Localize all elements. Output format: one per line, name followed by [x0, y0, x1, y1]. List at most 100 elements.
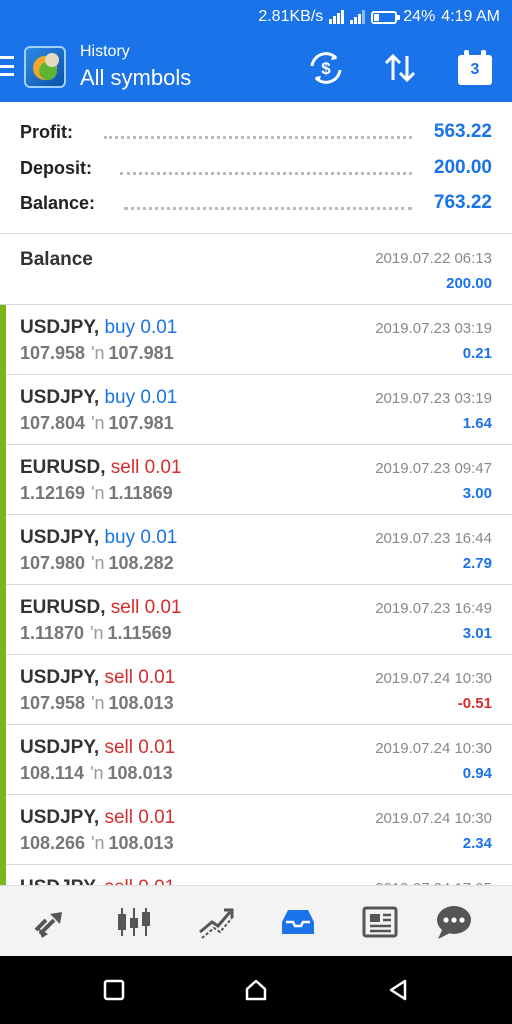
deal-arrow: 'n: [90, 623, 104, 643]
system-navigation: [0, 956, 512, 1024]
deposit-row: Deposit: 200.00: [20, 153, 492, 183]
history-icon[interactable]: [278, 902, 318, 942]
menu-icon[interactable]: [0, 56, 14, 76]
deal-prices: 107.958'n 108.013: [20, 693, 174, 714]
deal-close-price: 108.013: [107, 763, 173, 783]
chart-icon[interactable]: [114, 902, 154, 942]
deal-open-price: 107.980: [20, 553, 86, 573]
deal-symbol: USDJPY,: [20, 737, 100, 758]
deal-close-price: 108.013: [108, 693, 174, 713]
account-summary: Profit: 563.22 Deposit: 200.00 Balance: …: [0, 102, 512, 234]
deposit-label: Deposit:: [20, 158, 92, 178]
deal-row[interactable]: USDJPY, buy 0.01 107.958'n 107.981 2019.07.…: [0, 305, 512, 375]
deal-date: 2019.07.23 03:19: [375, 320, 492, 337]
bottom-navigation: [0, 885, 512, 956]
app-bar: History All symbols $ 3: [0, 34, 512, 102]
deal-title: EURUSD, sell 0.01: [20, 597, 182, 619]
profit-row: Profit: 563.22: [20, 117, 492, 147]
news-icon[interactable]: [360, 902, 400, 942]
deal-open-price: 108.266: [20, 833, 86, 853]
balance-label: Balance:: [20, 193, 96, 213]
deal-title: USDJPY, buy 0.01: [20, 317, 177, 339]
app-logo[interactable]: [24, 46, 66, 88]
deal-side: sell 0.01: [110, 597, 182, 618]
sort-icon[interactable]: [380, 48, 420, 88]
deposit-value: 200.00: [433, 157, 492, 178]
deal-date: 2019.07.24 10:30: [375, 810, 492, 827]
deal-arrow: 'n: [91, 693, 105, 713]
balance-row: Balance: 763.22: [20, 188, 492, 218]
deal-side: sell 0.01: [104, 807, 176, 828]
deal-row[interactable]: USDJPY, sell 0.01'n2019.07.24 17:05: [0, 865, 512, 885]
deal-marker: [0, 375, 6, 445]
deal-date: 2019.07.23 16:44: [375, 530, 492, 547]
deal-marker: [0, 725, 6, 795]
header-subtitle: History: [80, 43, 130, 60]
balance-entry[interactable]: Balance 2019.07.22 06:13 200.00: [0, 235, 512, 305]
deal-arrow: 'n: [91, 833, 105, 853]
deal-side: buy 0.01: [104, 317, 178, 338]
deal-list[interactable]: Balance 2019.07.22 06:13 200.00 USDJPY, …: [0, 235, 512, 885]
deal-open-price: 108.114: [20, 763, 85, 783]
deal-profit: -0.51: [457, 695, 492, 712]
deal-open-price: 1.12169: [20, 483, 86, 503]
deal-prices: 108.266'n 108.013: [20, 833, 174, 854]
deal-side: buy 0.01: [104, 387, 178, 408]
top-bar: 2.81KB/s 24% 4:19 AM History All symbols: [0, 0, 512, 102]
deal-row[interactable]: USDJPY, buy 0.01 107.980'n 108.282 2019.07.…: [0, 515, 512, 585]
deal-date: 2019.07.23 03:19: [375, 390, 492, 407]
deal-date: 2019.07.23 09:47: [375, 460, 492, 477]
deal-side: buy 0.01: [104, 527, 178, 548]
deal-open-price: 107.804: [20, 413, 86, 433]
balance-entry-name: Balance: [20, 249, 93, 270]
deal-profit: 0.21: [462, 345, 492, 362]
deal-close-price: 108.282: [108, 553, 174, 573]
deal-arrow: 'n: [91, 553, 105, 573]
deal-title: USDJPY, buy 0.01: [20, 387, 177, 409]
deal-marker: [0, 515, 6, 585]
deal-arrow: 'n: [91, 413, 105, 433]
quotes-icon[interactable]: [32, 902, 72, 942]
chat-icon[interactable]: [434, 902, 474, 942]
deal-arrow: 'n: [91, 483, 105, 503]
header-title: All symbols: [80, 65, 192, 90]
deal-row[interactable]: USDJPY, sell 0.01 108.114'n 108.013 2019.07…: [0, 725, 512, 795]
svg-text:$: $: [321, 59, 331, 78]
deal-title: USDJPY, sell 0.01: [20, 667, 175, 689]
profit-label: Profit:: [20, 122, 73, 142]
deal-row[interactable]: USDJPY, sell 0.01 107.958'n 108.013 2019.07…: [0, 655, 512, 725]
deal-close-price: 107.981: [108, 343, 174, 363]
dot-leader: [124, 207, 412, 210]
deal-prices: 107.804'n 107.981: [20, 413, 174, 434]
deal-row[interactable]: EURUSD, sell 0.01 1.12169'n 1.11869 2019.07…: [0, 445, 512, 515]
recents-button[interactable]: [101, 977, 127, 1003]
deal-date: 2019.07.24 10:30: [375, 670, 492, 687]
deal-open-price: 107.958: [20, 343, 86, 363]
calendar-icon[interactable]: 3: [455, 48, 495, 88]
wifi-signal-icon: [329, 10, 345, 24]
deal-profit: 2.34: [462, 835, 492, 852]
deal-marker: [0, 585, 6, 655]
deal-symbol: USDJPY,: [20, 807, 100, 828]
deal-row[interactable]: EURUSD, sell 0.01 1.11870'n 1.11569 2019.07…: [0, 585, 512, 655]
deal-prices: 107.958'n 107.981: [20, 343, 174, 364]
deal-close-price: 107.981: [108, 413, 174, 433]
header-titles[interactable]: History All symbols: [80, 42, 191, 92]
app-root: 2.81KB/s 24% 4:19 AM History All symbols: [0, 0, 512, 1024]
trade-icon[interactable]: [196, 902, 236, 942]
home-button[interactable]: [243, 977, 269, 1003]
deal-prices: 1.12169'n 1.11869: [20, 483, 173, 504]
deal-close-price: 1.11869: [108, 483, 173, 503]
deal-profit: 0.94: [462, 765, 492, 782]
clock: 4:19 AM: [441, 8, 500, 25]
dollar-exchange-icon[interactable]: $: [306, 48, 346, 88]
dot-leader: [104, 136, 412, 139]
back-button[interactable]: [385, 977, 411, 1003]
deal-symbol: USDJPY,: [20, 527, 100, 548]
deal-arrow: 'n: [91, 343, 105, 363]
deal-row[interactable]: USDJPY, buy 0.01 107.804'n 107.981 2019.07.…: [0, 375, 512, 445]
battery-percent: 24%: [403, 8, 436, 25]
deal-symbol: EURUSD,: [20, 457, 106, 478]
deal-profit: 1.64: [462, 415, 492, 432]
deal-row[interactable]: USDJPY, sell 0.01 108.266'n 108.013 2019.07…: [0, 795, 512, 865]
